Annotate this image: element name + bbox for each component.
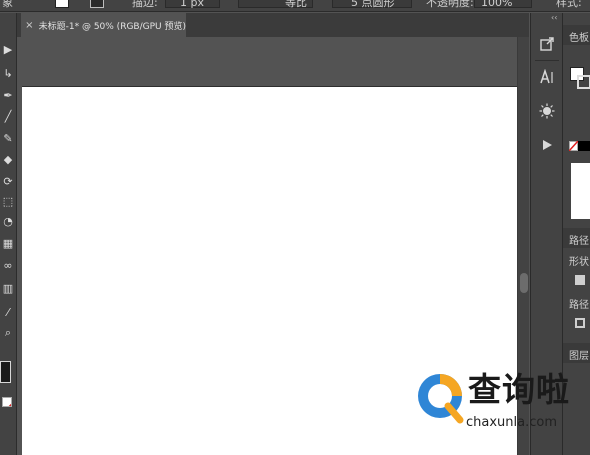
scrollbar-thumb[interactable] — [520, 273, 528, 293]
watermark-text: 查询啦 — [468, 370, 570, 409]
eraser-tool-icon[interactable]: ◆ — [0, 151, 16, 167]
opacity-label: 不透明度: — [426, 0, 474, 9]
fill-stroke-indicator[interactable] — [0, 361, 11, 383]
stroke-color-box[interactable] — [577, 75, 590, 89]
brush-tool-icon[interactable]: ✎ — [0, 130, 16, 146]
pathfinder-tab-label: 路径 — [569, 236, 589, 247]
layers-tab-label: 图层 — [569, 351, 589, 362]
brush-label: 5 点圆形 — [351, 0, 395, 9]
variable-width-profile[interactable]: 等比 — [238, 0, 313, 9]
gradient-tool-icon[interactable]: ▦ — [0, 235, 16, 251]
divide-icon[interactable] — [575, 318, 585, 328]
eyedropper-tool-icon[interactable]: ⁄ — [0, 304, 16, 320]
export-icon[interactable] — [535, 33, 559, 55]
watermark-url: chaxunla.com — [466, 415, 557, 430]
tools-panel: ▶ ↳ ✒ ╱ ✎ ◆ ⟳ ⬚ ◔ ▦ ∞ ▥ ⁄ ⌕ — [0, 13, 17, 455]
swatches-panel-header[interactable]: 色板 — [563, 25, 590, 45]
brush-definition[interactable]: 5 点圆形 — [332, 0, 412, 9]
direct-selection-tool-icon[interactable]: ↳ — [0, 65, 16, 81]
shape-builder-tool-icon[interactable]: ◔ — [0, 213, 16, 229]
pathfinder-header[interactable]: 路径 — [563, 228, 590, 248]
layers-header[interactable]: 图层 — [563, 343, 590, 363]
document-tab-bar: × 未标题-1* @ 50% (RGB/GPU 预览) — [17, 13, 529, 37]
selection-tool-icon[interactable]: ▶ — [0, 41, 16, 57]
character-icon[interactable] — [535, 66, 559, 88]
unite-icon[interactable] — [575, 275, 585, 285]
play-icon[interactable] — [535, 134, 559, 156]
rotate-tool-icon[interactable]: ⟳ — [0, 173, 16, 189]
close-icon[interactable]: × — [25, 20, 34, 31]
watermark-logo: 查询啦 chaxunla.com — [414, 368, 590, 432]
none-color-icon[interactable] — [2, 397, 12, 407]
shape-modes-label: 形状 — [569, 257, 589, 268]
stroke-weight-value: 1 px — [180, 0, 204, 9]
blend-tool-icon[interactable]: ∞ — [0, 257, 16, 273]
object-label: 象 — [2, 0, 13, 9]
stroke-label: 描边: — [132, 0, 158, 9]
line-tool-icon[interactable]: ╱ — [0, 108, 16, 124]
stroke-weight-field[interactable]: 1 px — [165, 0, 220, 9]
opacity-value: 100% — [481, 0, 513, 9]
magnifier-logo-icon — [418, 374, 464, 424]
pathfinders-label: 路径 — [569, 300, 589, 311]
profile-label: 等比 — [285, 0, 307, 9]
dock-divider — [535, 60, 559, 61]
graph-tool-icon[interactable]: ▥ — [0, 280, 16, 296]
color-spectrum[interactable] — [571, 163, 590, 219]
appearance-icon[interactable] — [535, 100, 559, 122]
document-tab[interactable]: × 未标题-1* @ 50% (RGB/GPU 预览) — [21, 13, 186, 37]
document-tab-title: 未标题-1* @ 50% (RGB/GPU 预览) — [38, 21, 186, 32]
stroke-swatch[interactable] — [90, 0, 104, 8]
style-label: 样式: — [556, 0, 582, 9]
zoom-tool-icon[interactable]: ⌕ — [0, 325, 16, 341]
collapse-panels-icon[interactable]: ‹‹ — [551, 13, 557, 22]
swatches-tab-label: 色板 — [569, 33, 589, 44]
fill-swatch[interactable] — [55, 0, 69, 8]
free-transform-tool-icon[interactable]: ⬚ — [0, 193, 16, 209]
control-bar: 象 描边: 1 px 等比 5 点圆形 不透明度: 100% 样式: — [0, 0, 590, 12]
pen-tool-icon[interactable]: ✒ — [0, 87, 16, 103]
none-swatch[interactable] — [569, 141, 578, 151]
opacity-field[interactable]: 100% — [474, 0, 532, 9]
